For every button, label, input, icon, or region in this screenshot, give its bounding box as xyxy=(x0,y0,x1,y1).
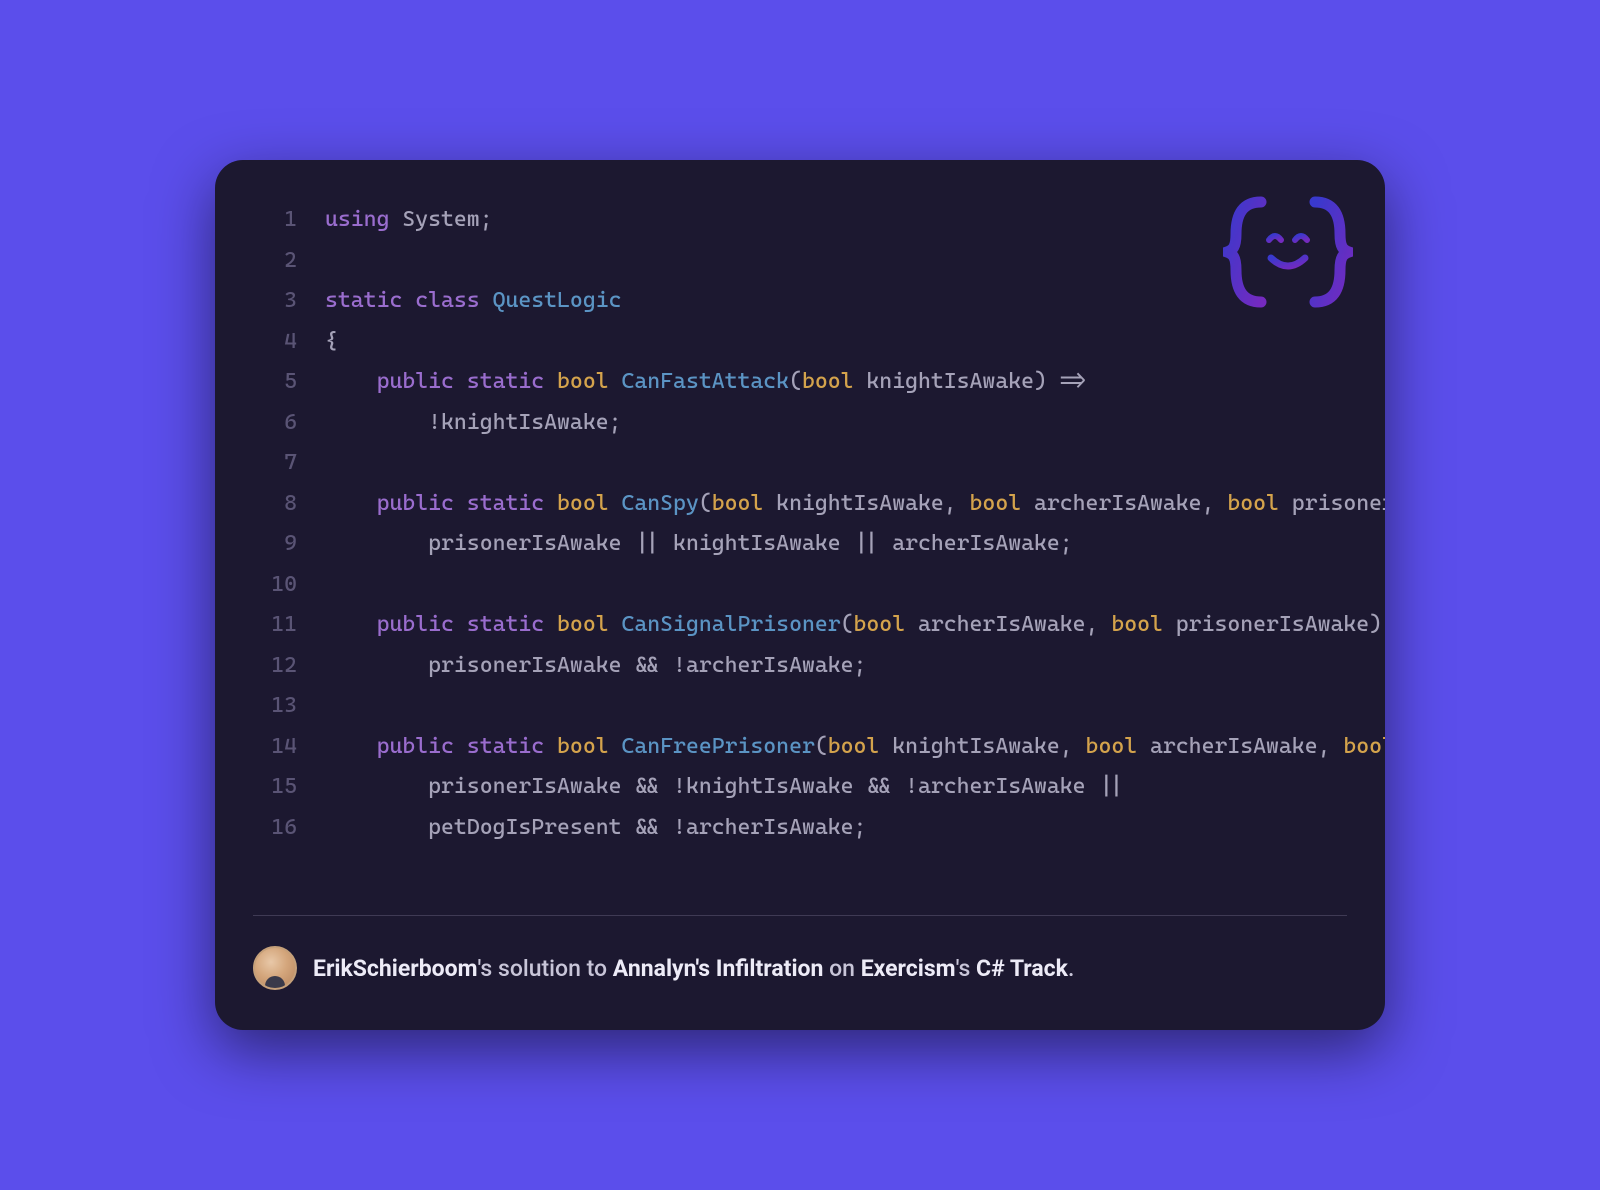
code-line: 3static class QuestLogic xyxy=(215,281,1385,322)
site-name: Exercism xyxy=(861,955,956,982)
line-number: 10 xyxy=(215,565,325,606)
code-line: 14 public static bool CanFreePrisoner(bo… xyxy=(215,727,1385,768)
code-card: 1using System;23static class QuestLogic4… xyxy=(215,160,1385,1030)
line-number: 8 xyxy=(215,484,325,525)
author-avatar xyxy=(253,946,297,990)
line-number: 4 xyxy=(215,322,325,363)
code-content: { xyxy=(325,322,1385,363)
line-number: 12 xyxy=(215,646,325,687)
code-line: 12 prisonerIsAwake && !archerIsAwake; xyxy=(215,646,1385,687)
line-number: 15 xyxy=(215,767,325,808)
track-name: C# Track xyxy=(976,955,1068,982)
code-line: 2 xyxy=(215,241,1385,282)
attribution-footer: ErikSchierboom's solution to Annalyn's I… xyxy=(253,915,1347,1030)
code-content: prisonerIsAwake && !archerIsAwake; xyxy=(325,646,1385,687)
code-block: 1using System;23static class QuestLogic4… xyxy=(215,160,1385,915)
exercise-name: Annalyn's Infiltration xyxy=(613,955,824,982)
code-line: 13 xyxy=(215,686,1385,727)
code-line: 5 public static bool CanFastAttack(bool … xyxy=(215,362,1385,403)
code-line: 1using System; xyxy=(215,200,1385,241)
line-number: 3 xyxy=(215,281,325,322)
line-number: 16 xyxy=(215,808,325,849)
code-line: 8 public static bool CanSpy(bool knightI… xyxy=(215,484,1385,525)
code-line: 6 !knightIsAwake; xyxy=(215,403,1385,444)
line-number: 1 xyxy=(215,200,325,241)
line-number: 7 xyxy=(215,443,325,484)
code-content: public static bool CanSpy(bool knightIsA… xyxy=(325,484,1385,525)
code-content: petDogIsPresent && !archerIsAwake; xyxy=(325,808,1385,849)
code-content: public static bool CanFastAttack(bool kn… xyxy=(325,362,1385,403)
line-number: 13 xyxy=(215,686,325,727)
code-line: 9 prisonerIsAwake || knightIsAwake || ar… xyxy=(215,524,1385,565)
line-number: 5 xyxy=(215,362,325,403)
line-number: 2 xyxy=(215,241,325,282)
code-line: 16 petDogIsPresent && !archerIsAwake; xyxy=(215,808,1385,849)
code-content: public static bool CanSignalPrisoner(boo… xyxy=(325,605,1385,646)
line-number: 9 xyxy=(215,524,325,565)
author-name: ErikSchierboom xyxy=(313,955,478,982)
code-content: public static bool CanFreePrisoner(bool … xyxy=(325,727,1385,768)
code-line: 4{ xyxy=(215,322,1385,363)
line-number: 14 xyxy=(215,727,325,768)
code-content: prisonerIsAwake && !knightIsAwake && !ar… xyxy=(325,767,1385,808)
code-content: prisonerIsAwake || knightIsAwake || arch… xyxy=(325,524,1385,565)
code-line: 10 xyxy=(215,565,1385,606)
code-line: 15 prisonerIsAwake && !knightIsAwake && … xyxy=(215,767,1385,808)
code-content: !knightIsAwake; xyxy=(325,403,1385,444)
attribution-text: ErikSchierboom's solution to Annalyn's I… xyxy=(313,955,1074,982)
code-line: 11 public static bool CanSignalPrisoner(… xyxy=(215,605,1385,646)
code-line: 7 xyxy=(215,443,1385,484)
exercism-logo-icon xyxy=(1223,192,1353,312)
line-number: 6 xyxy=(215,403,325,444)
line-number: 11 xyxy=(215,605,325,646)
